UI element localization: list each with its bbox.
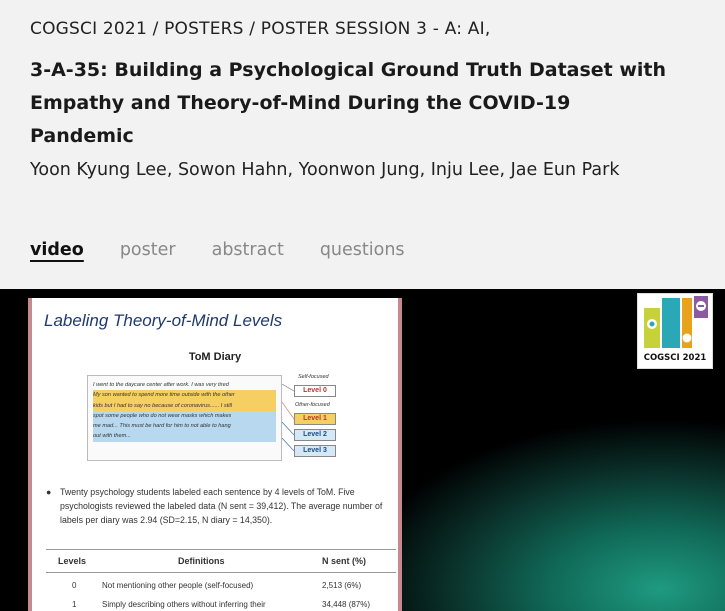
- presentation-slide: Labeling Theory-of-Mind Levels ToM Diary…: [28, 298, 402, 611]
- level-2-badge: Level 2: [294, 429, 336, 441]
- cogsci-logo-graphic: [644, 296, 708, 348]
- row-level: 0: [72, 581, 77, 590]
- header-levels: Levels: [58, 556, 87, 566]
- row-definition: Simply describing others without inferri…: [102, 600, 266, 609]
- row-definition: Not mentioning other people (self-focuse…: [102, 581, 254, 590]
- level-0-badge: Level 0: [294, 385, 336, 397]
- row-count: 2,513 (6%): [322, 581, 362, 590]
- breadcrumb[interactable]: COGSCI 2021 / POSTERS / POSTER SESSION 3…: [30, 19, 490, 39]
- self-focused-label: Self-focused: [298, 374, 329, 380]
- poster-header: COGSCI 2021 / POSTERS / POSTER SESSION 3…: [0, 0, 725, 289]
- poster-title: 3-A-35: Building a Psychological Ground …: [30, 59, 667, 147]
- other-focused-label: Other-focused: [295, 402, 330, 408]
- header-definitions: Definitions: [178, 556, 225, 566]
- slide-bullet: ● Twenty psychology students labeled eac…: [42, 485, 392, 527]
- row-count: 34,448 (87%): [322, 600, 371, 609]
- tab-bar: video poster abstract questions: [30, 240, 441, 260]
- level-1-badge: Level 1: [294, 413, 336, 425]
- header-nsent: N sent (%): [322, 556, 367, 566]
- bullet-dot: ●: [46, 487, 52, 497]
- tab-abstract[interactable]: abstract: [212, 240, 284, 260]
- levels-table-header: Levels Definitions N sent (%): [46, 549, 396, 573]
- tab-poster[interactable]: poster: [120, 240, 176, 260]
- level-3-badge: Level 3: [294, 445, 336, 457]
- tab-video[interactable]: video: [30, 240, 84, 260]
- video-player[interactable]: Labeling Theory-of-Mind Levels ToM Diary…: [0, 289, 725, 611]
- poster-authors: Yoon Kyung Lee, Sowon Hahn, Yoonwon Jung…: [30, 160, 620, 180]
- logo-text: COGSCI 2021: [643, 353, 707, 363]
- tab-questions[interactable]: questions: [320, 240, 405, 260]
- bullet-text: Twenty psychology students labeled each …: [60, 487, 383, 525]
- row-level: 1: [72, 600, 77, 609]
- cogsci-logo: COGSCI 2021: [637, 293, 713, 369]
